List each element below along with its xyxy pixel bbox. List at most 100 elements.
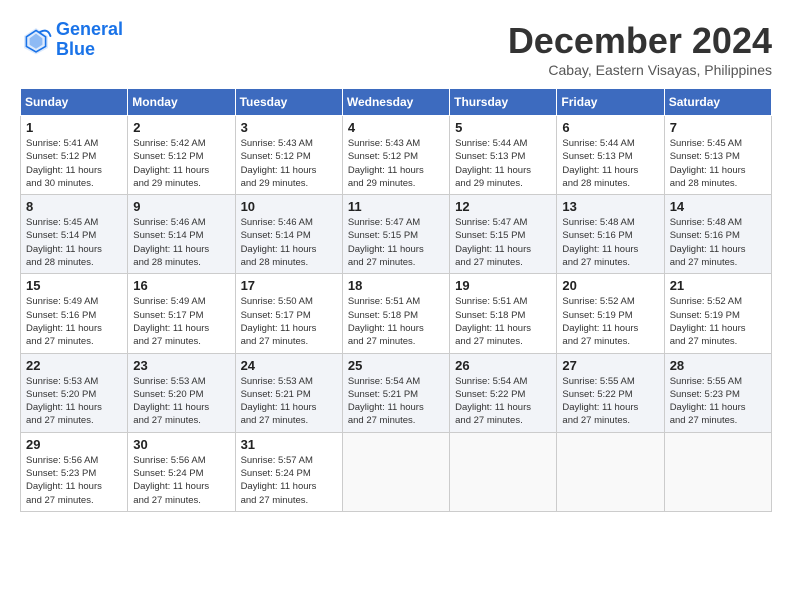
calendar-cell: 28Sunrise: 5:55 AMSunset: 5:23 PMDayligh… <box>664 353 771 432</box>
calendar-cell: 7Sunrise: 5:45 AMSunset: 5:13 PMDaylight… <box>664 116 771 195</box>
sunset-text: Sunset: 5:13 PM <box>562 150 658 163</box>
sunrise-text: Sunrise: 5:56 AM <box>133 454 229 467</box>
day-info: Sunrise: 5:46 AMSunset: 5:14 PMDaylight:… <box>133 216 229 269</box>
sunset-text: Sunset: 5:13 PM <box>670 150 766 163</box>
daylight-minutes: and 29 minutes. <box>348 177 444 190</box>
daylight-hours: Daylight: 11 hours <box>670 401 766 414</box>
day-number: 21 <box>670 278 766 293</box>
day-info: Sunrise: 5:41 AMSunset: 5:12 PMDaylight:… <box>26 137 122 190</box>
day-number: 28 <box>670 358 766 373</box>
daylight-hours: Daylight: 11 hours <box>455 401 551 414</box>
day-info: Sunrise: 5:53 AMSunset: 5:20 PMDaylight:… <box>26 375 122 428</box>
calendar-week-5: 29Sunrise: 5:56 AMSunset: 5:23 PMDayligh… <box>21 432 772 511</box>
day-number: 11 <box>348 199 444 214</box>
calendar-cell: 6Sunrise: 5:44 AMSunset: 5:13 PMDaylight… <box>557 116 664 195</box>
sunrise-text: Sunrise: 5:42 AM <box>133 137 229 150</box>
sunrise-text: Sunrise: 5:54 AM <box>348 375 444 388</box>
day-info: Sunrise: 5:51 AMSunset: 5:18 PMDaylight:… <box>348 295 444 348</box>
calendar-week-1: 1Sunrise: 5:41 AMSunset: 5:12 PMDaylight… <box>21 116 772 195</box>
calendar-cell: 16Sunrise: 5:49 AMSunset: 5:17 PMDayligh… <box>128 274 235 353</box>
day-info: Sunrise: 5:45 AMSunset: 5:13 PMDaylight:… <box>670 137 766 190</box>
daylight-hours: Daylight: 11 hours <box>562 401 658 414</box>
calendar-cell: 27 Sunrise: 5:55 AMSunset: 5:22 PMDayligh… <box>557 353 664 432</box>
calendar-cell: 9Sunrise: 5:46 AMSunset: 5:14 PMDaylight… <box>128 195 235 274</box>
daylight-minutes: and 29 minutes. <box>241 177 337 190</box>
sunset-text: Sunset: 5:23 PM <box>670 388 766 401</box>
calendar-cell: 5Sunrise: 5:44 AMSunset: 5:13 PMDaylight… <box>450 116 557 195</box>
daylight-hours: Daylight: 11 hours <box>348 164 444 177</box>
calendar-cell: 20Sunrise: 5:52 AMSunset: 5:19 PMDayligh… <box>557 274 664 353</box>
daylight-hours: Daylight: 11 hours <box>348 401 444 414</box>
daylight-minutes: and 27 minutes. <box>133 414 229 427</box>
location-subtitle: Cabay, Eastern Visayas, Philippines <box>508 62 772 78</box>
weekday-header-sunday: Sunday <box>21 89 128 116</box>
day-number: 14 <box>670 199 766 214</box>
sunrise-text: Sunrise: 5:45 AM <box>26 216 122 229</box>
sunset-text: Sunset: 5:21 PM <box>348 388 444 401</box>
sunset-text: Sunset: 5:13 PM <box>455 150 551 163</box>
day-info: Sunrise: 5:57 AMSunset: 5:24 PMDaylight:… <box>241 454 337 507</box>
sunrise-text: Sunrise: 5:51 AM <box>455 295 551 308</box>
day-info: Sunrise: 5:49 AMSunset: 5:16 PMDaylight:… <box>26 295 122 348</box>
calendar-cell: 19Sunrise: 5:51 AMSunset: 5:18 PMDayligh… <box>450 274 557 353</box>
daylight-hours: Daylight: 11 hours <box>133 322 229 335</box>
daylight-minutes: and 27 minutes. <box>241 494 337 507</box>
daylight-hours: Daylight: 11 hours <box>133 401 229 414</box>
sunset-text: Sunset: 5:12 PM <box>26 150 122 163</box>
sunrise-text: Sunrise: 5:51 AM <box>348 295 444 308</box>
daylight-hours: Daylight: 11 hours <box>26 164 122 177</box>
logo-icon <box>20 24 52 56</box>
day-number: 1 <box>26 120 122 135</box>
daylight-minutes: and 28 minutes. <box>133 256 229 269</box>
day-number: 31 <box>241 437 337 452</box>
calendar-cell: 31 Sunrise: 5:57 AMSunset: 5:24 PMDayligh… <box>235 432 342 511</box>
sunset-text: Sunset: 5:14 PM <box>26 229 122 242</box>
calendar-table: SundayMondayTuesdayWednesdayThursdayFrid… <box>20 88 772 512</box>
weekday-header-saturday: Saturday <box>664 89 771 116</box>
daylight-minutes: and 27 minutes. <box>348 256 444 269</box>
sunrise-text: Sunrise: 5:50 AM <box>241 295 337 308</box>
calendar-cell: 24 Sunrise: 5:53 AMSunset: 5:21 PMDayligh… <box>235 353 342 432</box>
daylight-minutes: and 27 minutes. <box>455 414 551 427</box>
month-title: December 2024 <box>508 20 772 62</box>
day-info: Sunrise: 5:55 AMSunset: 5:22 PMDaylight:… <box>562 375 658 428</box>
day-number: 24 <box>241 358 337 373</box>
sunrise-text: Sunrise: 5:41 AM <box>26 137 122 150</box>
sunset-text: Sunset: 5:14 PM <box>241 229 337 242</box>
calendar-cell: 18Sunrise: 5:51 AMSunset: 5:18 PMDayligh… <box>342 274 449 353</box>
title-block: December 2024 Cabay, Eastern Visayas, Ph… <box>508 20 772 78</box>
sunset-text: Sunset: 5:12 PM <box>133 150 229 163</box>
sunrise-text: Sunrise: 5:46 AM <box>133 216 229 229</box>
sunrise-text: Sunrise: 5:43 AM <box>348 137 444 150</box>
daylight-hours: Daylight: 11 hours <box>455 243 551 256</box>
sunset-text: Sunset: 5:19 PM <box>562 309 658 322</box>
day-info: Sunrise: 5:54 AMSunset: 5:22 PMDaylight:… <box>455 375 551 428</box>
calendar-cell: 22Sunrise: 5:53 AMSunset: 5:20 PMDayligh… <box>21 353 128 432</box>
day-info: Sunrise: 5:53 AMSunset: 5:21 PMDaylight:… <box>241 375 337 428</box>
day-info: Sunrise: 5:50 AMSunset: 5:17 PMDaylight:… <box>241 295 337 348</box>
daylight-hours: Daylight: 11 hours <box>241 243 337 256</box>
daylight-minutes: and 27 minutes. <box>26 414 122 427</box>
calendar-cell: 17Sunrise: 5:50 AMSunset: 5:17 PMDayligh… <box>235 274 342 353</box>
daylight-hours: Daylight: 11 hours <box>133 164 229 177</box>
daylight-hours: Daylight: 11 hours <box>562 164 658 177</box>
daylight-hours: Daylight: 11 hours <box>455 322 551 335</box>
sunrise-text: Sunrise: 5:54 AM <box>455 375 551 388</box>
sunset-text: Sunset: 5:12 PM <box>348 150 444 163</box>
day-number: 8 <box>26 199 122 214</box>
sunrise-text: Sunrise: 5:47 AM <box>348 216 444 229</box>
day-info: Sunrise: 5:51 AMSunset: 5:18 PMDaylight:… <box>455 295 551 348</box>
day-number: 27 <box>562 358 658 373</box>
daylight-hours: Daylight: 11 hours <box>133 243 229 256</box>
sunset-text: Sunset: 5:18 PM <box>455 309 551 322</box>
sunrise-text: Sunrise: 5:46 AM <box>241 216 337 229</box>
daylight-minutes: and 28 minutes. <box>241 256 337 269</box>
daylight-hours: Daylight: 11 hours <box>26 401 122 414</box>
day-info: Sunrise: 5:45 AMSunset: 5:14 PMDaylight:… <box>26 216 122 269</box>
day-info: Sunrise: 5:44 AMSunset: 5:13 PMDaylight:… <box>562 137 658 190</box>
calendar-cell: 21Sunrise: 5:52 AMSunset: 5:19 PMDayligh… <box>664 274 771 353</box>
sunset-text: Sunset: 5:22 PM <box>455 388 551 401</box>
daylight-minutes: and 27 minutes. <box>562 256 658 269</box>
sunrise-text: Sunrise: 5:53 AM <box>133 375 229 388</box>
sunset-text: Sunset: 5:20 PM <box>26 388 122 401</box>
